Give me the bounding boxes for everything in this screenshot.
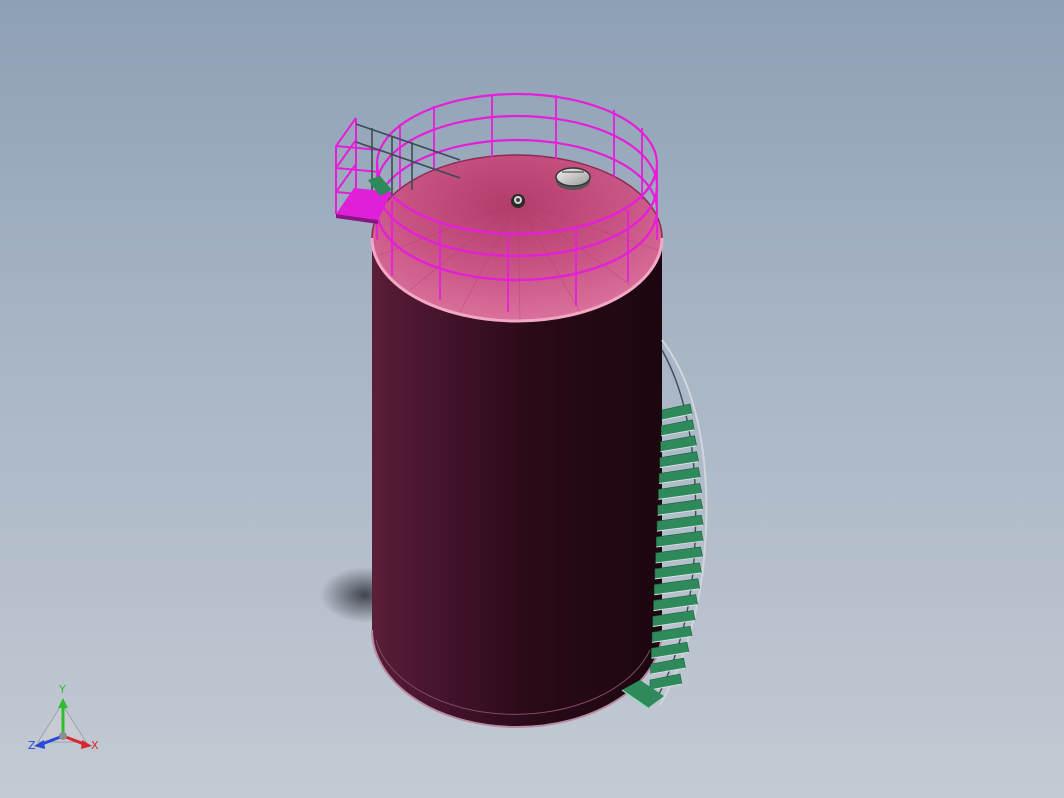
stair-tread [655, 546, 703, 564]
triad-z-label: Z [28, 739, 36, 752]
stair-tread [656, 514, 704, 532]
triad-x-label: X [91, 739, 99, 752]
tank-roof[interactable] [370, 154, 664, 323]
triad-origin [59, 732, 67, 740]
stair-tread [656, 530, 704, 548]
roof-hatch[interactable] [555, 167, 591, 190]
triad-y-arrow [58, 698, 68, 708]
view-orientation-triad[interactable]: Y X Z [26, 684, 106, 754]
graphics-viewport[interactable]: Y X Z [0, 0, 1064, 798]
stair-tread [661, 403, 693, 421]
stair-tread [649, 673, 683, 691]
stair-tread [659, 451, 700, 468]
roof-vent[interactable] [511, 194, 525, 208]
stair-tread [660, 435, 697, 453]
triad-y-label: Y [59, 683, 66, 696]
stair-tread [650, 657, 686, 675]
tank-model[interactable] [0, 0, 1064, 798]
